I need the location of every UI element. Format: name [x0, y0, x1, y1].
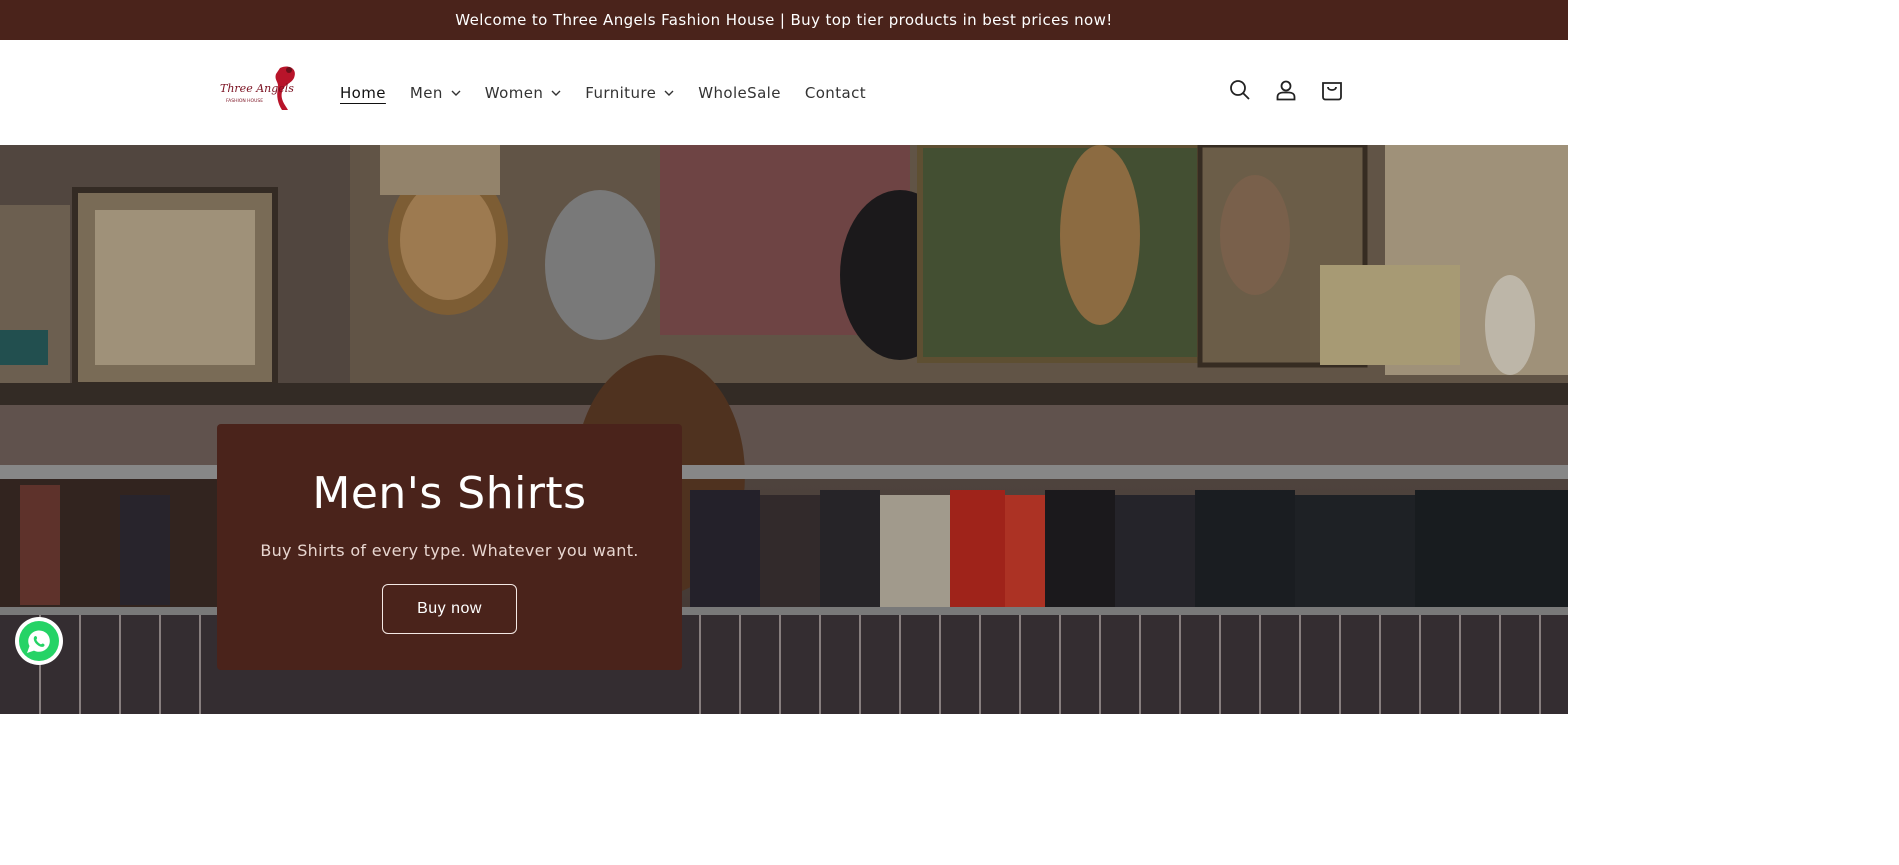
logo-mark: Three Angels FASHION HOUSE — [220, 66, 295, 110]
main-nav: Home Men Women Furniture WholeSale Conta… — [340, 40, 890, 145]
account-icon[interactable] — [1274, 78, 1298, 102]
announcement-text: Welcome to Three Angels Fashion House | … — [455, 11, 1113, 29]
site-header: Three Angels FASHION HOUSE Home Men Wome… — [0, 40, 1568, 145]
header-icons — [1228, 78, 1344, 102]
nav-item-furniture[interactable]: Furniture — [585, 84, 674, 102]
search-icon[interactable] — [1228, 78, 1252, 102]
chevron-down-icon — [451, 90, 461, 96]
chevron-down-icon — [664, 90, 674, 96]
nav-item-contact[interactable]: Contact — [805, 84, 866, 102]
nav-item-label: Contact — [804, 83, 867, 102]
hero-card: Men's Shirts Buy Shirts of every type. W… — [217, 424, 682, 670]
buy-now-button[interactable]: Buy now — [382, 584, 517, 634]
hero-subtitle: Buy Shirts of every type. Whatever you w… — [260, 541, 639, 560]
logo-subtext: FASHION HOUSE — [226, 98, 263, 104]
nav-item-label: WholeSale — [698, 83, 781, 102]
nav-item-label: Women — [484, 83, 544, 102]
nav-item-label: Furniture — [585, 83, 657, 102]
whatsapp-icon[interactable] — [14, 616, 64, 666]
logo[interactable]: Three Angels FASHION HOUSE — [218, 62, 302, 112]
logo-text: Three Angels — [220, 82, 294, 95]
hero-banner: Men's Shirts Buy Shirts of every type. W… — [0, 145, 1568, 714]
nav-item-men[interactable]: Men — [410, 84, 461, 102]
announcement-bar: Welcome to Three Angels Fashion House | … — [0, 0, 1568, 40]
nav-item-label: Home — [340, 83, 386, 102]
chevron-down-icon — [551, 90, 561, 96]
nav-item-label: Men — [409, 83, 443, 102]
nav-item-women[interactable]: Women — [485, 84, 561, 102]
hero-title: Men's Shirts — [312, 468, 587, 519]
cart-icon[interactable] — [1320, 78, 1344, 102]
nav-item-wholesale[interactable]: WholeSale — [698, 84, 781, 102]
nav-item-home[interactable]: Home — [340, 84, 386, 102]
